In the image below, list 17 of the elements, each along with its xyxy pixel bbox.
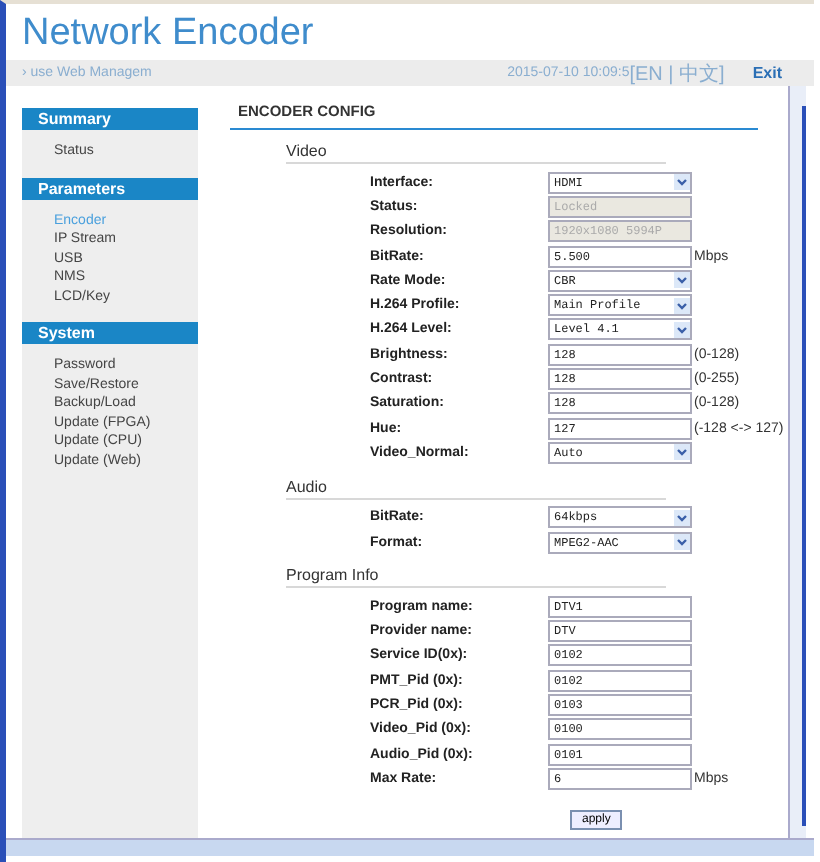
section-title: Program Info [286,566,666,589]
chevron-down-icon [674,509,690,526]
app-title: Network Encoder [20,10,316,58]
chevron-down-icon [674,321,690,338]
chevron-down-icon [674,174,690,191]
sidebar-section-title: System [22,322,198,344]
chevron-down-icon [674,272,690,289]
sidebar-section-title: Summary [22,108,198,130]
section-title: Video [286,142,666,164]
sidebar-section-title: Parameters [22,177,198,199]
exit-link[interactable]: Exit [752,64,782,82]
section-title: Audio [286,477,666,500]
horizontal-scrollbar[interactable] [6,838,814,856]
chevron-down-icon [674,297,690,314]
chevron-down-icon [674,444,690,461]
chevron-down-icon [674,534,690,550]
vertical-scrollbar[interactable] [788,86,806,838]
